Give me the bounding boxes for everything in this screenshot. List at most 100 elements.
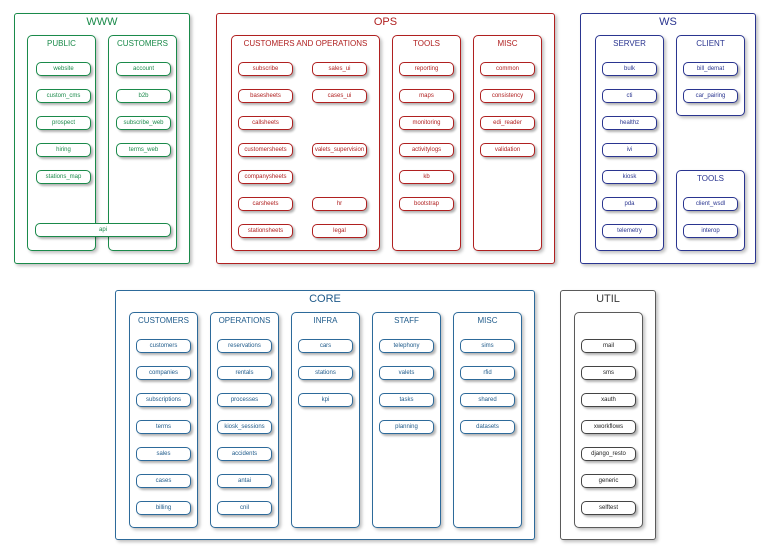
- subgroup-ws-client: CLIENT bill_demat car_pairing: [676, 35, 745, 116]
- module-subscriptions: subscriptions: [136, 393, 191, 407]
- module-account: account: [116, 62, 171, 76]
- module-bill-demat: bill_demat: [683, 62, 738, 76]
- module-sms: sms: [581, 366, 636, 380]
- module-sales-ui: sales_ui: [312, 62, 367, 76]
- module-companysheets: companysheets: [238, 170, 293, 184]
- subgroup-core-customers: CUSTOMERS customers companies subscripti…: [129, 312, 198, 528]
- subgroup-ws-server: SERVER bulk cti healthz ivi kiosk pda te…: [595, 35, 664, 251]
- module-healthz: healthz: [602, 116, 657, 130]
- module-valets-supervision: valets_supervision: [312, 143, 367, 157]
- module-telephony: telephony: [379, 339, 434, 353]
- module-billing: billing: [136, 501, 191, 515]
- module-kb: kb: [399, 170, 454, 184]
- module-client-wsdl: client_wsdl: [683, 197, 738, 211]
- module-shared: shared: [460, 393, 515, 407]
- module-maps: maps: [399, 89, 454, 103]
- subgroup-core-misc: MISC sims rfid shared datasets: [453, 312, 522, 528]
- module-stationsheets: stationsheets: [238, 224, 293, 238]
- module-planning: planning: [379, 420, 434, 434]
- subgroup-title: OPERATIONS: [218, 316, 271, 325]
- module-ivi: ivi: [602, 143, 657, 157]
- subgroup-title: TOOLS: [697, 174, 724, 183]
- module-sales: sales: [136, 447, 191, 461]
- module-cti: cti: [602, 89, 657, 103]
- module-basesheets: basesheets: [238, 89, 293, 103]
- subgroup-title: STAFF: [394, 316, 419, 325]
- module-hr: hr: [312, 197, 367, 211]
- subgroup-title: SERVER: [613, 39, 646, 48]
- module-common: common: [480, 62, 535, 76]
- module-cases: cases: [136, 474, 191, 488]
- module-api: api: [35, 223, 171, 237]
- module-custom-cms: custom_cms: [36, 89, 91, 103]
- module-edi-reader: edi_reader: [480, 116, 535, 130]
- module-customers: customers: [136, 339, 191, 353]
- module-kiosk: kiosk: [602, 170, 657, 184]
- module-terms: terms: [136, 420, 191, 434]
- module-carsheets: carsheets: [238, 197, 293, 211]
- group-title: WS: [659, 16, 677, 28]
- module-xworkflows: xworkflows: [581, 420, 636, 434]
- subgroup-title: CUSTOMERS AND OPERATIONS: [243, 39, 368, 48]
- module-cases-ui: cases_ui: [312, 89, 367, 103]
- subgroup-core-infra: INFRA cars stations kpi: [291, 312, 360, 528]
- module-website: website: [36, 62, 91, 76]
- subgroup-title: TOOLS: [413, 39, 440, 48]
- subgroup-title: CUSTOMERS: [138, 316, 189, 325]
- module-xauth: xauth: [581, 393, 636, 407]
- subgroup-ws-tools: TOOLS client_wsdl interop: [676, 170, 745, 251]
- module-terms-web: terms_web: [116, 143, 171, 157]
- group-www: WWW PUBLIC website custom_cms prospect h…: [14, 13, 190, 264]
- module-car-pairing: car_pairing: [683, 89, 738, 103]
- module-hiring: hiring: [36, 143, 91, 157]
- module-antai: antai: [217, 474, 272, 488]
- module-django-resto: django_resto: [581, 447, 636, 461]
- subgroup-title: MISC: [497, 39, 518, 48]
- module-valets: valets: [379, 366, 434, 380]
- module-stations-map: stations_map: [36, 170, 91, 184]
- subgroup-ops-tools: TOOLS reporting maps monitoring activity…: [392, 35, 461, 251]
- module-cars: cars: [298, 339, 353, 353]
- module-tasks: tasks: [379, 393, 434, 407]
- module-companies: companies: [136, 366, 191, 380]
- group-ops: OPS CUSTOMERS AND OPERATIONS subscribe b…: [216, 13, 555, 264]
- module-kiosk-sessions: kiosk_sessions: [217, 420, 272, 434]
- module-reservations: reservations: [217, 339, 272, 353]
- subgroup-core-operations: OPERATIONS reservations rentals processe…: [210, 312, 279, 528]
- group-title: WWW: [86, 16, 118, 28]
- module-processes: processes: [217, 393, 272, 407]
- module-pda: pda: [602, 197, 657, 211]
- group-util: UTIL mail sms xauth xworkflows django_re…: [560, 290, 656, 540]
- subgroup-www-public: PUBLIC website custom_cms prospect hirin…: [27, 35, 96, 251]
- module-stations: stations: [298, 366, 353, 380]
- module-generic: generic: [581, 474, 636, 488]
- subgroup-util: mail sms xauth xworkflows django_resto g…: [574, 312, 643, 528]
- subgroup-title: PUBLIC: [47, 39, 76, 48]
- subgroup-title: CLIENT: [696, 39, 725, 48]
- subgroup-title: MISC: [477, 316, 498, 325]
- module-legal: legal: [312, 224, 367, 238]
- module-bootstrap: bootstrap: [399, 197, 454, 211]
- module-accidents: accidents: [217, 447, 272, 461]
- module-validation: validation: [480, 143, 535, 157]
- module-prospect: prospect: [36, 116, 91, 130]
- module-selftest: selftest: [581, 501, 636, 515]
- subgroup-ops-misc: MISC common consistency edi_reader valid…: [473, 35, 542, 251]
- group-core: CORE CUSTOMERS customers companies subsc…: [115, 290, 535, 540]
- subgroup-title: INFRA: [313, 316, 338, 325]
- module-cnil: cnil: [217, 501, 272, 515]
- subgroup-core-staff: STAFF telephony valets tasks planning: [372, 312, 441, 528]
- group-title: OPS: [373, 16, 398, 28]
- module-bulk: bulk: [602, 62, 657, 76]
- module-reporting: reporting: [399, 62, 454, 76]
- module-telemetry: telemetry: [602, 224, 657, 238]
- module-subscribe-web: subscribe_web: [116, 116, 171, 130]
- module-rentals: rentals: [217, 366, 272, 380]
- module-consistency: consistency: [480, 89, 535, 103]
- module-mail: mail: [581, 339, 636, 353]
- module-subscribe: subscribe: [238, 62, 293, 76]
- group-ws: WS SERVER bulk cti healthz ivi kiosk pda…: [580, 13, 756, 264]
- module-activitylogs: activitylogs: [399, 143, 454, 157]
- module-monitoring: monitoring: [399, 116, 454, 130]
- module-kpi: kpi: [298, 393, 353, 407]
